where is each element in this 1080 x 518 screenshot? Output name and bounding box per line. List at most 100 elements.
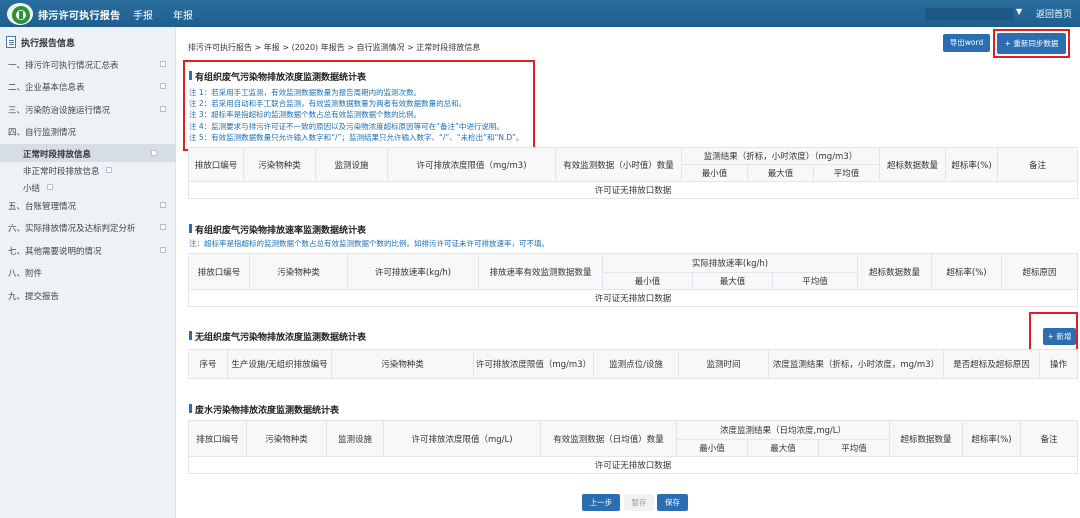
col-header: 监测点位/设施 [593,349,679,379]
app-title: 排污许可执行报告 [38,11,121,22]
col-header: 监测结果（折标，小时浓度）（mg/m3） [680,147,881,165]
section1-note: 注 1：若采用手工监测，有效监测数据数量为报告周期内的监测次数。 [189,88,422,97]
col-header: 浓度监测结果（折标，小时浓度，mg/m3） [768,349,944,379]
logo-emblem-icon [7,3,33,25]
checkbox-icon [160,202,166,208]
sidebar-item-abnormal-emission[interactable]: 非正常时段排放信息 [0,161,176,179]
chevron-down-icon[interactable]: ▼ [1016,7,1022,16]
col-header: 污染物种类 [243,147,316,182]
col-header: 备注 [1020,420,1078,457]
col-header: 许可排放浓度限值（mg/m3） [473,349,594,379]
sidebar-item-other[interactable]: 七、其他需要说明的情况 [0,241,176,259]
col-header: 排放口编号 [188,147,244,182]
col-header: 监测设施 [315,147,388,182]
section1-note: 注 4：监测要求与排污许可证不一致的原因以及污染物浓度超标原因等可在“备注”中进… [189,121,504,131]
col-header: 监测设施 [326,420,384,457]
sidebar-item-ledger[interactable]: 五、台账管理情况 [0,196,176,214]
checkbox-icon [160,247,166,253]
section2-note: 注：超标率是指超标的监测数据个数占总有效监测数据个数的比例。如排污许可证未许可排… [189,239,549,248]
section1-title: 有组织废气污染物排放浓度监测数据统计表 [188,70,366,83]
breadcrumb: 排污许可执行报告 > 年报 > (2020) 年报告 > 自行监测情况 > 正常… [188,43,481,52]
top-bar: 排污许可执行报告 手报 年报 ▼ 返回首页 [0,0,1080,27]
empty-state-text: 许可证无排放口数据 [187,181,1079,199]
col-header: 许可排放浓度限值（mg/m3) [387,147,556,182]
section1-note: 注 5：有效监测数据数量只允许输入数字和“/”；监测结果只允许输入数字、“/”、… [189,132,524,142]
col-header: 超标数据数量 [889,420,963,457]
col-header: 超标数据数量 [879,147,947,182]
col-header: 排放速率有效监测数据数量 [478,253,603,290]
user-name-masked [925,8,1013,20]
col-header: 有效监测数据（小时值）数量 [555,147,682,182]
document-icon [6,36,16,48]
save-button[interactable]: 保存 [657,494,688,511]
col-header: 污染物种类 [246,420,327,457]
col-header: 平均值 [812,164,881,182]
nav-annual-report[interactable]: 年报 [173,7,193,22]
highlight-box-resync [993,29,1070,58]
sidebar-heading: 执行报告信息 [0,34,176,50]
nav-quarterly-report[interactable]: 手报 [133,7,153,22]
temporary-save-button[interactable]: 暂存 [624,494,654,511]
col-header: 超标率(%) [945,147,999,182]
sidebar-item-normal-emission[interactable]: 正常时段排放信息 [0,144,176,162]
sidebar-item-submit[interactable]: 九、提交报告 [0,286,176,304]
col-header: 有效监测数据（日均值）数量 [540,420,677,457]
sidebar-item-self-monitoring[interactable]: 四、自行监测情况 [0,122,176,140]
sidebar-item-summary-note[interactable]: 小结 [0,178,176,196]
home-link[interactable]: 返回首页 [1036,7,1072,20]
col-header: 平均值 [772,272,858,290]
section4-title: 废水污染物排放浓度监测数据统计表 [188,403,339,416]
col-header: 实际排放速率(kg/h) [602,253,858,273]
col-header: 最大值 [692,272,773,290]
col-header: 生产设施/无组织排放编号 [227,349,332,379]
checkbox-icon [160,61,166,67]
sidebar: 执行报告信息 一、排污许可执行情况汇总表 二、企业基本信息表 三、污染防治设施运… [0,27,176,518]
section3-table: 序号 生产设施/无组织排放编号 污染物种类 许可排放浓度限值（mg/m3） 监测… [188,349,1078,379]
sidebar-item-basic-info[interactable]: 二、企业基本信息表 [0,77,176,95]
col-header: 许可排放浓度限值（mg/L) [383,420,541,457]
checkbox-icon [160,106,166,112]
checkbox-icon [106,167,112,173]
col-header: 污染物种类 [249,253,348,290]
previous-step-button[interactable]: 上一步 [582,494,620,511]
section1-notes: 注 1：若采用手工监测，有效监测数据数量为报告周期内的监测次数。 注 2：若采用… [189,87,523,143]
col-header: 是否超标及超标原因 [943,349,1040,379]
sidebar-item-actual-emission[interactable]: 六、实际排放情况及达标判定分析 [0,218,176,236]
col-header: 最小值 [681,164,748,182]
col-header: 最大值 [747,164,814,182]
empty-state-text: 许可证无排放口数据 [188,456,1078,474]
checkbox-icon [47,184,53,190]
sidebar-item-pollution-control[interactable]: 三、污染防治设施运行情况 [0,100,176,118]
checkbox-icon [160,83,166,89]
col-header: 超标率(%) [931,253,1002,290]
col-header: 备注 [997,147,1079,182]
col-header: 污染物种类 [331,349,474,379]
col-header: 超标数据数量 [857,253,932,290]
empty-state-text: 许可证无排放口数据 [188,289,1078,307]
col-header: 最小值 [676,439,748,457]
col-header: 操作 [1039,349,1078,379]
col-header: 序号 [188,349,228,379]
col-header: 最小值 [602,272,693,290]
section1-table: 排放口编号 污染物种类 监测设施 许可排放浓度限值（mg/m3) 有效监测数据（… [187,147,1079,199]
col-header: 超标率(%) [962,420,1021,457]
checkbox-icon [160,224,166,230]
section4-table: 排放口编号 污染物种类 监测设施 许可排放浓度限值（mg/L) 有效监测数据（日… [188,420,1078,474]
export-word-button[interactable]: 导出word [943,34,990,52]
col-header: 排放口编号 [188,253,250,290]
col-header: 最大值 [747,439,819,457]
checkbox-icon [151,150,157,156]
section2-table: 排放口编号 污染物种类 许可排放速率(kg/h) 排放速率有效监测数据数量 实际… [188,253,1078,307]
sidebar-item-summary[interactable]: 一、排污许可执行情况汇总表 [0,55,176,73]
col-header: 浓度监测结果（日均浓度,mg/L） [676,420,890,440]
col-header: 监测时间 [678,349,769,379]
sidebar-item-attachments[interactable]: 八、附件 [0,263,176,281]
col-header: 许可排放速率(kg/h) [347,253,479,290]
section1-note: 注 2：若采用自动和手工联合监测，有效监测数据数量为两者有效数据数量的总和。 [189,99,467,109]
col-header: 超标原因 [1001,253,1078,290]
col-header: 平均值 [818,439,890,457]
section1-note: 注 3：超标率是指超标的监测数据个数占总有效监测数据个数的比例。 [189,110,422,120]
section2-title: 有组织废气污染物排放速率监测数据统计表 [188,223,366,236]
col-header: 排放口编号 [188,420,247,457]
section3-title: 无组织废气污染物排放浓度监测数据统计表 [188,330,366,343]
